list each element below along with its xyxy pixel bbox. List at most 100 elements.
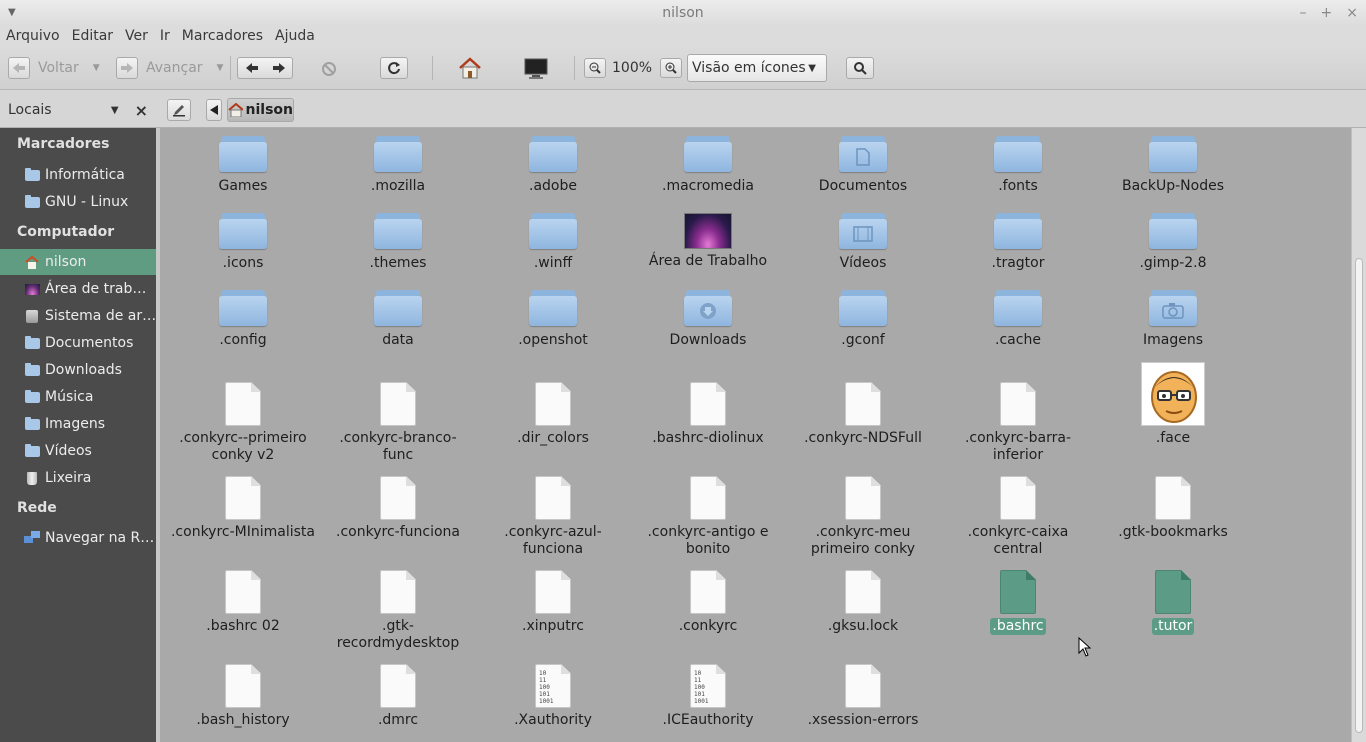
folder-item[interactable]: .openshot (478, 290, 628, 349)
file-item[interactable]: .xsession-errors (788, 664, 938, 729)
folder-item[interactable]: .macromedia (633, 136, 783, 195)
left-arrow-icon[interactable] (245, 63, 258, 73)
sidebar-item-informatica[interactable]: Informática (0, 162, 156, 188)
sidebar-item-imagens[interactable]: Imagens (0, 411, 156, 437)
file-item[interactable]: 10 11 100 101 1001 .Xauthority (478, 664, 628, 729)
close-button[interactable]: × (1346, 0, 1358, 26)
folder-item[interactable]: Vídeos (788, 213, 938, 272)
file-item[interactable]: .bash_history (168, 664, 318, 729)
path-left-button[interactable] (206, 99, 222, 121)
forward-history-icon[interactable]: ▼ (217, 63, 224, 73)
folder-item[interactable]: .tragtor (943, 213, 1093, 272)
scrollbar-thumb[interactable] (1355, 258, 1363, 733)
folder-item[interactable]: .themes (323, 213, 473, 272)
folder-item[interactable]: Documentos (788, 136, 938, 195)
file-item[interactable]: .bashrc-diolinux (633, 382, 783, 447)
back-history-icon[interactable]: ▼ (93, 63, 100, 73)
sidebar-item-gnu-linux[interactable]: GNU - Linux (0, 189, 156, 215)
sidebar-item-videos[interactable]: Vídeos (0, 438, 156, 464)
forward-button[interactable]: Avançar ▼ (116, 56, 223, 80)
folder-item[interactable]: Games (168, 136, 318, 195)
file-item[interactable]: .conkyrc-meu primeiro conky (788, 476, 938, 558)
file-item[interactable]: .tutor (1098, 570, 1248, 635)
toggle-location-button[interactable] (167, 99, 191, 121)
folder-item[interactable]: .gimp-2.8 (1098, 213, 1248, 272)
reload-button[interactable] (380, 57, 408, 79)
file-item[interactable]: .bashrc (943, 570, 1093, 635)
text-file-icon (535, 476, 571, 520)
file-item[interactable]: .bashrc 02 (168, 570, 318, 635)
section-title-computador: Computador (17, 224, 115, 240)
right-arrow-icon[interactable] (272, 63, 285, 73)
file-item[interactable]: .dir_colors (478, 382, 628, 447)
menu-ver[interactable]: Ver (125, 28, 148, 44)
binary-glyph: 10 11 100 101 1001 (539, 670, 554, 705)
file-item[interactable]: .xinputrc (478, 570, 628, 635)
file-item[interactable]: .conkyrc (633, 570, 783, 635)
stop-button[interactable] (318, 58, 340, 80)
menu-editar[interactable]: Editar (72, 28, 113, 44)
sidebar-item-musica[interactable]: Música (0, 384, 156, 410)
file-item[interactable]: .face (1098, 362, 1248, 447)
folder-item[interactable]: .adobe (478, 136, 628, 195)
sidebar-item-network[interactable]: Navegar na R… (0, 525, 156, 551)
sidebar-item-desktop[interactable]: Área de trab… (0, 276, 156, 302)
folder-item[interactable]: .cache (943, 290, 1093, 349)
zoom-out-button[interactable] (584, 58, 606, 78)
zoom-level: 100% (612, 58, 652, 78)
file-label: BackUp-Nodes (1121, 178, 1224, 194)
file-item[interactable]: .dmrc (323, 664, 473, 729)
toolbar: Voltar ▼ Avançar ▼ 100% Visão em ícones … (0, 46, 1366, 90)
file-item[interactable]: .conkyrc--primeiro conky v2 (168, 382, 318, 464)
view-mode-select[interactable]: Visão em ícones ▼ (687, 54, 827, 82)
prev-next-buttons[interactable] (237, 57, 293, 79)
zoom-in-button[interactable] (660, 58, 682, 78)
folder-item[interactable]: .mozilla (323, 136, 473, 195)
file-item[interactable]: .conkyrc-azul-funciona (478, 476, 628, 558)
folder-item[interactable]: .config (168, 290, 318, 349)
back-button[interactable]: Voltar ▼ (8, 56, 100, 80)
menu-ajuda[interactable]: Ajuda (275, 28, 315, 44)
folder-item[interactable]: data (323, 290, 473, 349)
folder-item[interactable]: .fonts (943, 136, 1093, 195)
file-label: .fonts (998, 178, 1038, 194)
folder-item[interactable]: .winff (478, 213, 628, 272)
file-item[interactable]: .conkyrc-caixa central (943, 476, 1093, 558)
file-item[interactable]: .conkyrc-antigo e bonito (633, 476, 783, 558)
folder-item[interactable]: .gconf (788, 290, 938, 349)
home-button[interactable] (456, 54, 484, 82)
file-item[interactable]: .conkyrc-barra-inferior (943, 382, 1093, 464)
sidebar-mode-select[interactable]: Locais ▼ × (8, 100, 148, 120)
maximize-button[interactable]: + (1321, 0, 1333, 26)
menu-arquivo[interactable]: Arquivo (6, 28, 60, 44)
icon-view[interactable]: Games .mozilla .adobe .macromedia Documentos… (160, 128, 1351, 742)
computer-button[interactable] (522, 54, 550, 82)
file-item[interactable]: 10 11 100 101 1001 .ICEauthority (633, 664, 783, 729)
sidebar-item-documentos[interactable]: Documentos (0, 330, 156, 356)
folder-item[interactable]: Downloads (633, 290, 783, 349)
sidebar-item-downloads[interactable]: Downloads (0, 357, 156, 383)
menu-marcadores[interactable]: Marcadores (182, 28, 263, 44)
file-item[interactable]: Área de Trabalho (633, 213, 783, 270)
menu-ir[interactable]: Ir (160, 28, 170, 44)
file-item[interactable]: .gtk-recordmydesktop (323, 570, 473, 652)
close-sidebar-icon[interactable]: × (135, 101, 148, 120)
sidebar-item-nilson[interactable]: nilson (0, 249, 156, 275)
search-button[interactable] (846, 57, 874, 79)
file-item[interactable]: .gksu.lock (788, 570, 938, 635)
file-item[interactable]: .conkyrc-MInimalista (168, 476, 318, 541)
file-item[interactable]: .conkyrc-funciona (323, 476, 473, 541)
file-item[interactable]: .conkyrc-branco-func (323, 382, 473, 464)
folder-item[interactable]: Imagens (1098, 290, 1248, 349)
folder-item[interactable]: BackUp-Nodes (1098, 136, 1248, 195)
sidebar-item-filesystem[interactable]: Sistema de ar… (0, 303, 156, 329)
sidebar-item-lixeira[interactable]: Lixeira (0, 465, 156, 491)
text-file-icon (1155, 570, 1191, 614)
folder-item[interactable]: .icons (168, 213, 318, 272)
file-item[interactable]: .conkyrc-NDSFull (788, 382, 938, 447)
vertical-scrollbar[interactable] (1351, 128, 1366, 742)
window-menu-icon[interactable]: ▼ (8, 0, 16, 26)
path-crumb-nilson[interactable]: nilson (227, 98, 294, 122)
minimize-button[interactable]: – (1300, 0, 1307, 26)
file-item[interactable]: .gtk-bookmarks (1098, 476, 1248, 541)
